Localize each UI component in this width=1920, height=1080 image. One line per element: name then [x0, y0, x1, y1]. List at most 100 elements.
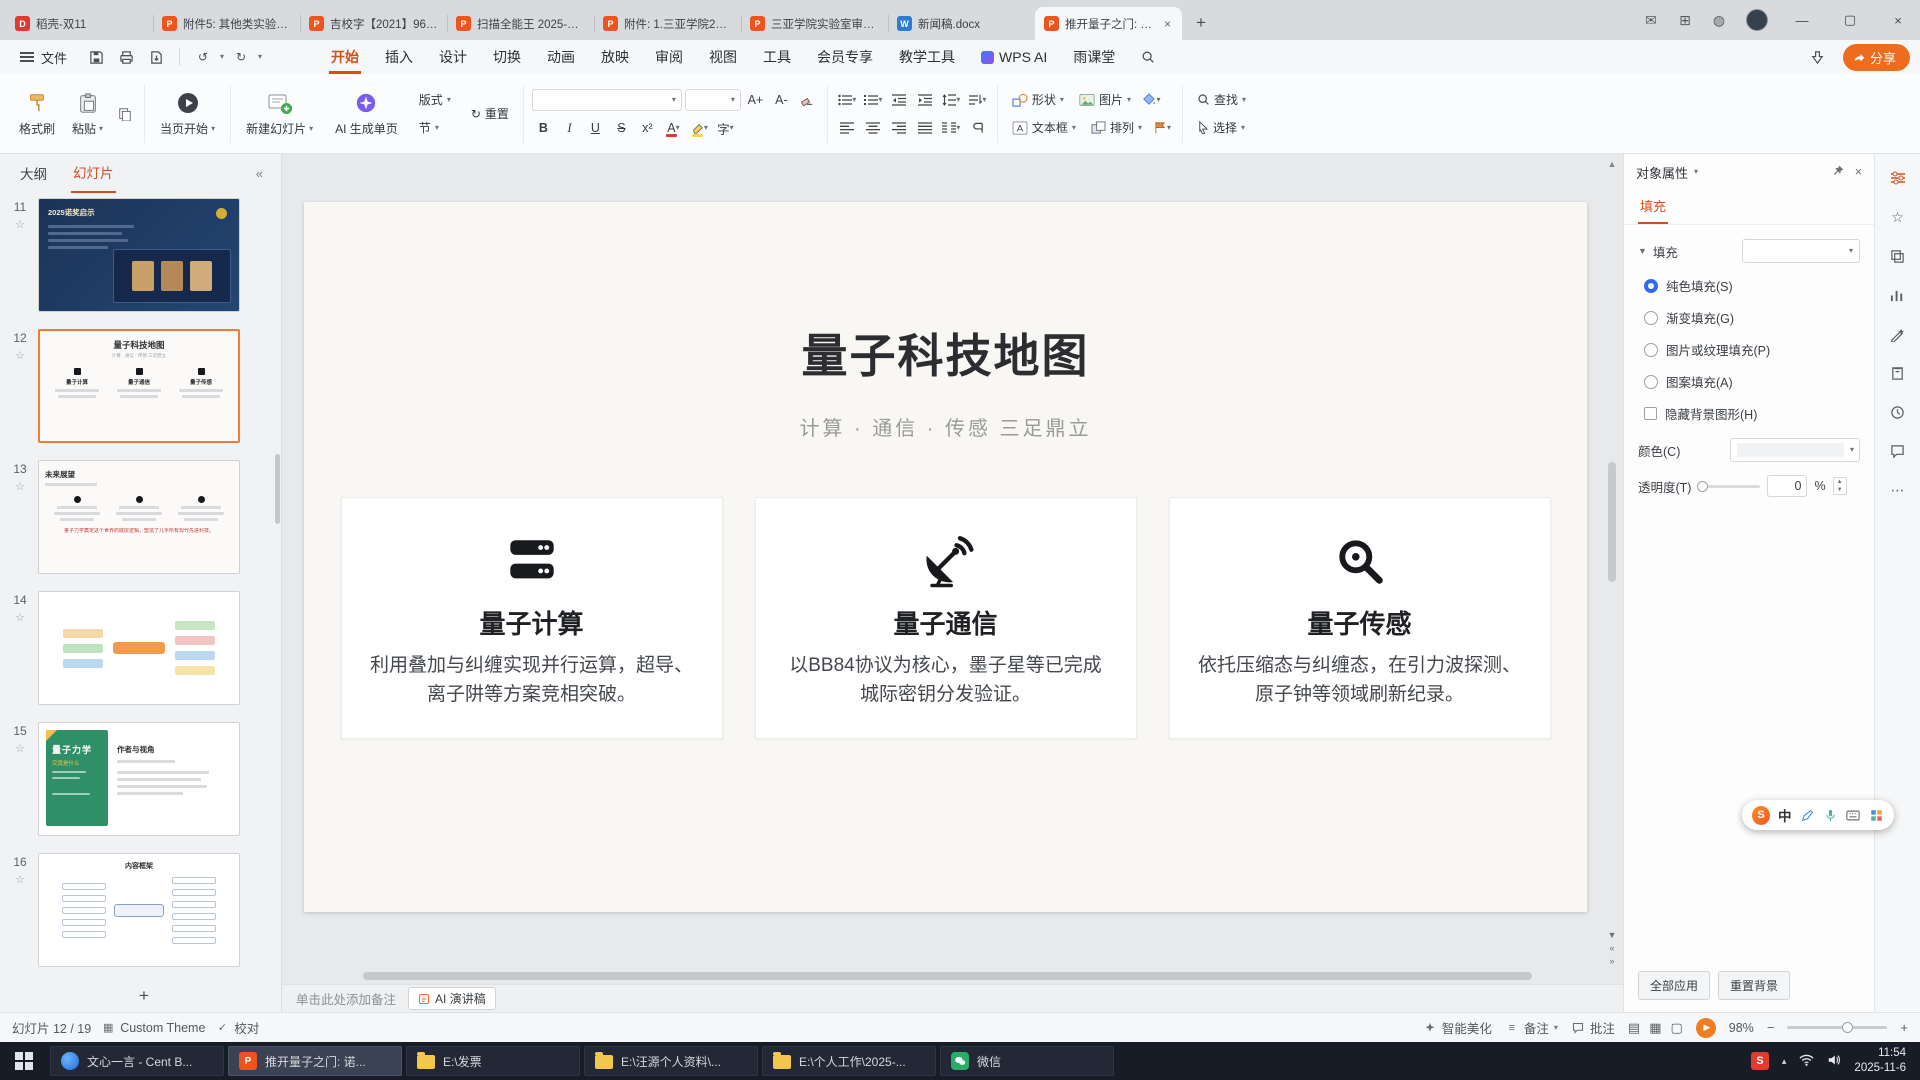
- clean-format-icon[interactable]: [1805, 45, 1831, 69]
- card-quantum-sensing[interactable]: 量子传感 依托压缩态与纠缠态，在引力波探测、原子钟等领域刷新纪录。: [1169, 497, 1551, 739]
- resource-icon[interactable]: [1888, 363, 1908, 383]
- tab-animation[interactable]: 动画: [534, 40, 588, 74]
- transparency-stepper[interactable]: ▲▼: [1833, 477, 1847, 495]
- text-direction-icon[interactable]: ▾: [966, 89, 989, 110]
- superscript-button[interactable]: x²: [636, 118, 659, 139]
- new-slide-button[interactable]: 新建幻灯片▾: [239, 87, 320, 140]
- collapse-panel-icon[interactable]: «: [256, 166, 263, 181]
- tab-design[interactable]: 设计: [426, 40, 480, 74]
- star-icon[interactable]: ☆: [15, 873, 25, 886]
- tab-home[interactable]: 开始: [318, 40, 372, 74]
- option-hide-background[interactable]: 隐藏背景图形(H): [1638, 404, 1860, 423]
- tab-review[interactable]: 审阅: [642, 40, 696, 74]
- file-menu-button[interactable]: 文件: [10, 44, 77, 71]
- decrease-font-icon[interactable]: A-: [770, 89, 793, 110]
- sogou-icon[interactable]: S: [1752, 806, 1770, 825]
- taskbar-app-folder[interactable]: E:\汪源个人资料\...: [584, 1046, 758, 1076]
- undo-caret-icon[interactable]: ▾: [220, 53, 224, 61]
- undo-icon[interactable]: ↺: [190, 45, 216, 69]
- ime-mic-icon[interactable]: [1823, 807, 1838, 823]
- document-tab[interactable]: P吉校字【2021】96号吉利学: [300, 7, 447, 40]
- shapes-button[interactable]: 形状▾: [1006, 89, 1070, 110]
- font-color-button[interactable]: A▾: [662, 118, 685, 139]
- layout-button[interactable]: 版式▾: [413, 89, 457, 110]
- share-button[interactable]: 分享: [1843, 44, 1910, 71]
- zoom-out-icon[interactable]: −: [1767, 1020, 1775, 1035]
- slideshow-play-button[interactable]: ▶: [1696, 1018, 1716, 1038]
- document-tab[interactable]: D稻壳-双11: [6, 7, 153, 40]
- avatar[interactable]: [1746, 9, 1768, 31]
- export-icon[interactable]: [143, 45, 169, 69]
- columns-icon[interactable]: ▾: [940, 117, 963, 138]
- fill-tool-icon[interactable]: ▾: [1140, 89, 1163, 110]
- font-size-select[interactable]: ▾: [685, 89, 741, 111]
- taskbar-app-wps-active[interactable]: P推开量子之门: 诺...: [228, 1046, 402, 1076]
- underline-button[interactable]: U: [584, 118, 607, 139]
- input-method-badge[interactable]: S: [1751, 1052, 1769, 1070]
- align-left-icon[interactable]: [836, 117, 859, 138]
- card-quantum-communication[interactable]: 量子通信 以BB84协议为核心，墨子星等已完成城际密钥分发验证。: [755, 497, 1137, 739]
- arrange-button[interactable]: 排列▾: [1085, 117, 1148, 138]
- apply-all-button[interactable]: 全部应用: [1638, 971, 1710, 1000]
- pin-icon[interactable]: [1832, 164, 1845, 180]
- ai-script-button[interactable]: AI 演讲稿: [408, 987, 496, 1010]
- layers-icon[interactable]: [1888, 246, 1908, 266]
- maximize-button[interactable]: ▢: [1828, 0, 1872, 40]
- tab-rain-classroom[interactable]: 雨课堂: [1060, 40, 1128, 74]
- slide-canvas[interactable]: 量子科技地图 计算 · 通信 · 传感 三足鼎立 量子计算 利用叠加与纠缠实现并…: [304, 202, 1587, 912]
- star-icon[interactable]: ☆: [15, 480, 25, 493]
- align-center-icon[interactable]: [862, 117, 885, 138]
- section-collapse-icon[interactable]: ▼: [1638, 246, 1647, 256]
- scroll-down-icon[interactable]: ▼: [1608, 930, 1617, 940]
- effects-icon[interactable]: [1888, 324, 1908, 344]
- tab-member[interactable]: 会员专享: [804, 40, 886, 74]
- notes-placeholder[interactable]: 单击此处添加备注: [296, 989, 396, 1008]
- theme-button[interactable]: ▦Custom Theme: [101, 1021, 205, 1035]
- beautify-button[interactable]: 智能美化: [1423, 1018, 1492, 1037]
- tray-expand-icon[interactable]: ▴: [1782, 1056, 1787, 1067]
- highlight-button[interactable]: ▾: [688, 118, 711, 139]
- ime-keyboard-icon[interactable]: [1846, 807, 1861, 823]
- paragraph-settings-icon[interactable]: [966, 117, 989, 138]
- increase-font-icon[interactable]: A+: [744, 89, 767, 110]
- play-from-current-button[interactable]: 当页开始▾: [153, 87, 222, 140]
- taskbar-clock[interactable]: 11:54 2025-11-6: [1854, 1046, 1906, 1076]
- close-panel-icon[interactable]: ×: [1855, 165, 1862, 179]
- taskbar-app-folder[interactable]: E:\发票: [406, 1046, 580, 1076]
- ai-generate-slide-button[interactable]: AI 生成单页: [328, 87, 405, 140]
- option-gradient-fill[interactable]: 渐变填充(G): [1638, 308, 1860, 327]
- star-icon[interactable]: ☆: [15, 218, 25, 231]
- transparency-slider[interactable]: [1698, 485, 1760, 488]
- redo-icon[interactable]: ↻: [228, 45, 254, 69]
- reset-button[interactable]: ↻重置: [465, 103, 515, 124]
- slides-tab[interactable]: 幻灯片: [71, 153, 116, 193]
- tab-wps-ai[interactable]: WPS AI: [968, 40, 1060, 74]
- reset-background-button[interactable]: 重置背景: [1718, 971, 1790, 1000]
- message-icon[interactable]: ✉: [1636, 5, 1666, 35]
- clear-format-icon[interactable]: [796, 89, 819, 110]
- bullet-list-icon[interactable]: ▾: [836, 89, 859, 110]
- ribbon-search[interactable]: [1128, 40, 1168, 74]
- star-icon[interactable]: ☆: [15, 349, 25, 362]
- slide-thumbnail-11[interactable]: 11☆ 2025诺奖启示: [6, 198, 281, 312]
- reading-view-icon[interactable]: ▢: [1670, 1020, 1682, 1036]
- properties-icon[interactable]: [1888, 168, 1908, 188]
- network-icon[interactable]: [1799, 1054, 1814, 1069]
- taskbar-app-folder[interactable]: E:\个人工作\2025-...: [762, 1046, 936, 1076]
- chart-icon[interactable]: [1888, 285, 1908, 305]
- find-button[interactable]: 查找▾: [1191, 89, 1252, 110]
- slide-thumbnail-15[interactable]: 15☆ 量子力学 究竟是什么 作者与视角: [6, 722, 281, 836]
- strikethrough-button[interactable]: S: [610, 118, 633, 139]
- more-icon[interactable]: ⋯: [1888, 480, 1908, 500]
- vertical-scrollbar[interactable]: ▲ ▼ « »: [1605, 156, 1619, 966]
- ime-toolbar[interactable]: S 中: [1742, 800, 1894, 830]
- slide-thumbnail-13[interactable]: 13☆ 未来展望 量子力学奠定这个世界的底层逻辑，塑造了几乎所有现代先进科技。: [6, 460, 281, 574]
- document-tab[interactable]: W新闻稿.docx: [888, 7, 1035, 40]
- copy-icon[interactable]: [113, 103, 136, 124]
- ime-language-toggle[interactable]: 中: [1778, 805, 1792, 825]
- tab-transition[interactable]: 切换: [480, 40, 534, 74]
- section-button[interactable]: 节▾: [413, 117, 457, 138]
- normal-view-icon[interactable]: ▤: [1628, 1020, 1640, 1036]
- bold-button[interactable]: B: [532, 118, 555, 139]
- numbered-list-icon[interactable]: ▾: [862, 89, 885, 110]
